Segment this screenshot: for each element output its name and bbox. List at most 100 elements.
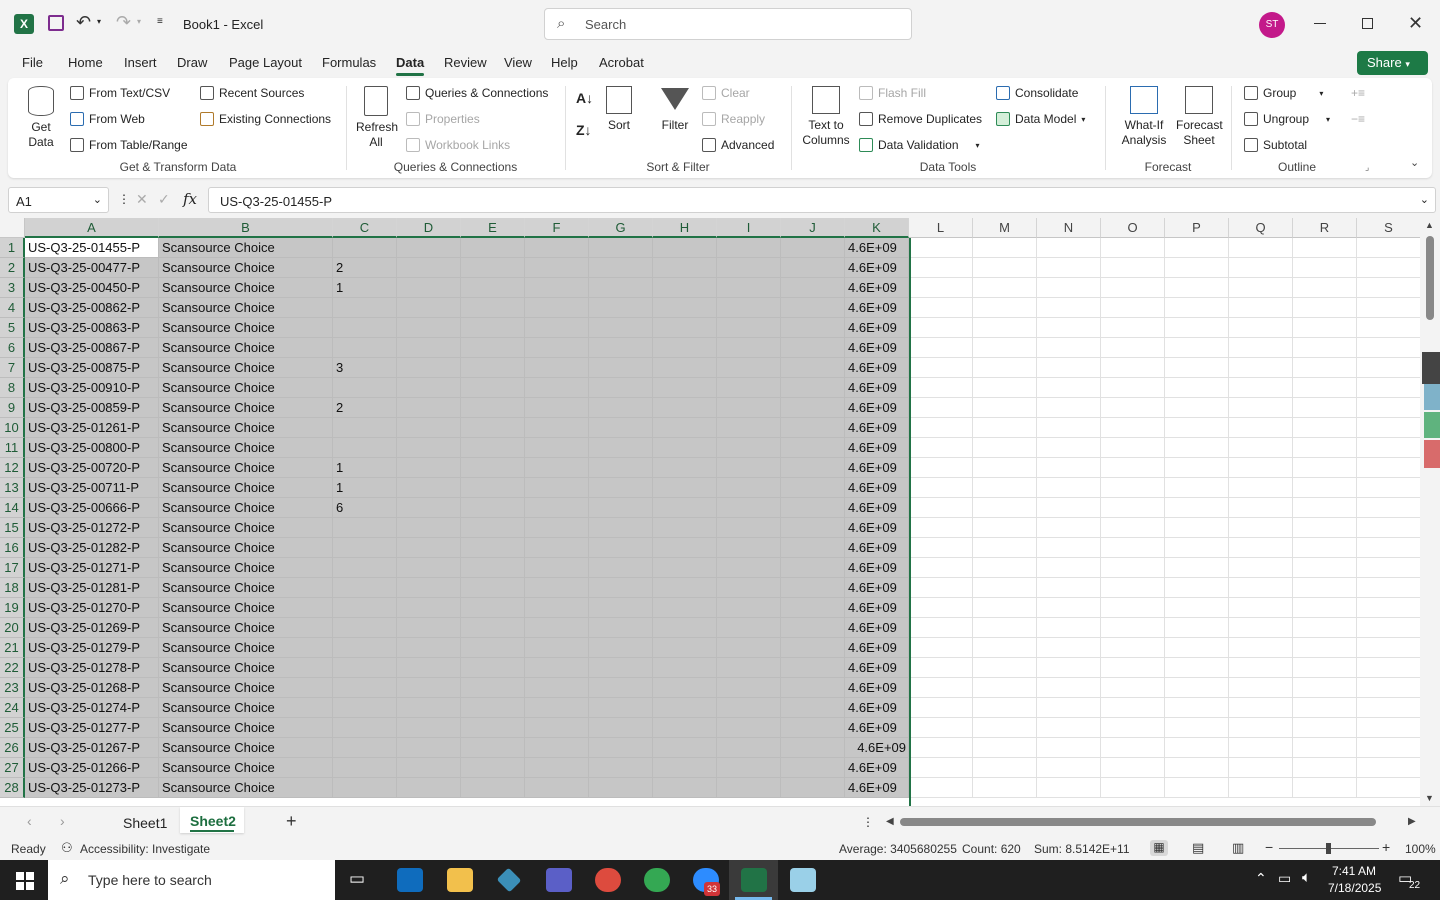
cell-r10[interactable] [1293, 418, 1357, 438]
cell-c13[interactable]: 1 [333, 478, 397, 498]
row-header[interactable]: 11 [0, 438, 25, 458]
cell-r6[interactable] [1293, 338, 1357, 358]
cell-q13[interactable] [1229, 478, 1293, 498]
cell-s18[interactable] [1357, 578, 1420, 598]
cell-b8[interactable]: Scansource Choice [159, 378, 333, 398]
cell-i11[interactable] [717, 438, 781, 458]
cell-c19[interactable] [333, 598, 397, 618]
cell-q27[interactable] [1229, 758, 1293, 778]
cell-p13[interactable] [1165, 478, 1229, 498]
cell-s2[interactable] [1357, 258, 1420, 278]
cell-g11[interactable] [589, 438, 653, 458]
cell-o11[interactable] [1101, 438, 1165, 458]
cell-r13[interactable] [1293, 478, 1357, 498]
column-header-q[interactable]: Q [1229, 218, 1293, 238]
cell-o1[interactable] [1101, 238, 1165, 258]
cell-k10[interactable]: 4.6E+09 [845, 418, 909, 438]
row-header[interactable]: 8 [0, 378, 25, 398]
taskbar-search-box[interactable]: ⌕ Type here to search [48, 860, 335, 900]
cell-c7[interactable]: 3 [333, 358, 397, 378]
cell-s21[interactable] [1357, 638, 1420, 658]
cell-q7[interactable] [1229, 358, 1293, 378]
chrome-profile-icon[interactable] [644, 868, 670, 892]
cell-q8[interactable] [1229, 378, 1293, 398]
cell-h27[interactable] [653, 758, 717, 778]
cell-n18[interactable] [1037, 578, 1101, 598]
cell-m23[interactable] [973, 678, 1037, 698]
hide-detail-icon[interactable]: −≡ [1351, 112, 1365, 126]
cell-j25[interactable] [781, 718, 845, 738]
cell-g15[interactable] [589, 518, 653, 538]
cell-n2[interactable] [1037, 258, 1101, 278]
row-header[interactable]: 13 [0, 478, 25, 498]
cell-j28[interactable] [781, 778, 845, 798]
cell-c22[interactable] [333, 658, 397, 678]
cell-p18[interactable] [1165, 578, 1229, 598]
cell-k4[interactable]: 4.6E+09 [845, 298, 909, 318]
cell-c1[interactable] [333, 238, 397, 258]
cell-k23[interactable]: 4.6E+09 [845, 678, 909, 698]
cell-a9[interactable]: US-Q3-25-00859-P [25, 398, 159, 418]
cell-g8[interactable] [589, 378, 653, 398]
cell-n24[interactable] [1037, 698, 1101, 718]
cell-b22[interactable]: Scansource Choice [159, 658, 333, 678]
cell-h24[interactable] [653, 698, 717, 718]
cell-n15[interactable] [1037, 518, 1101, 538]
column-header-m[interactable]: M [973, 218, 1037, 238]
cell-o17[interactable] [1101, 558, 1165, 578]
tab-acrobat[interactable]: Acrobat [599, 55, 644, 70]
cell-l10[interactable] [909, 418, 973, 438]
cell-r21[interactable] [1293, 638, 1357, 658]
cell-b1[interactable]: Scansource Choice [159, 238, 333, 258]
cell-l15[interactable] [909, 518, 973, 538]
cell-l22[interactable] [909, 658, 973, 678]
tab-review[interactable]: Review [444, 55, 487, 70]
restore-icon[interactable] [1362, 18, 1373, 29]
cell-a17[interactable]: US-Q3-25-01271-P [25, 558, 159, 578]
cell-l3[interactable] [909, 278, 973, 298]
cell-q26[interactable] [1229, 738, 1293, 758]
redo-dropdown-icon[interactable]: ▾ [137, 17, 141, 26]
column-header-l[interactable]: L [909, 218, 973, 238]
cell-c10[interactable] [333, 418, 397, 438]
zoom-in-icon[interactable]: + [1382, 839, 1390, 855]
worksheet-grid[interactable]: ABCDEFGHIJKLMNOPQRS 1 US-Q3-25-01455-P Sca… [0, 218, 1420, 806]
cell-i26[interactable] [717, 738, 781, 758]
column-header-j[interactable]: J [781, 218, 845, 238]
row-header[interactable]: 3 [0, 278, 25, 298]
cell-d27[interactable] [397, 758, 461, 778]
cell-c11[interactable] [333, 438, 397, 458]
scroll-up-icon[interactable]: ▲ [1425, 220, 1434, 230]
cell-n21[interactable] [1037, 638, 1101, 658]
cell-s6[interactable] [1357, 338, 1420, 358]
cell-q16[interactable] [1229, 538, 1293, 558]
cell-k13[interactable]: 4.6E+09 [845, 478, 909, 498]
row-header[interactable]: 18 [0, 578, 25, 598]
cell-o12[interactable] [1101, 458, 1165, 478]
cell-s4[interactable] [1357, 298, 1420, 318]
cell-s28[interactable] [1357, 778, 1420, 798]
cell-d9[interactable] [397, 398, 461, 418]
cell-l13[interactable] [909, 478, 973, 498]
cell-s1[interactable] [1357, 238, 1420, 258]
remove-duplicates-button[interactable]: Remove Duplicates [859, 112, 982, 126]
cell-g16[interactable] [589, 538, 653, 558]
page-layout-view-icon[interactable]: ▤ [1192, 840, 1204, 856]
select-all-corner[interactable] [0, 218, 25, 238]
cell-f18[interactable] [525, 578, 589, 598]
row-header[interactable]: 17 [0, 558, 25, 578]
cell-e21[interactable] [461, 638, 525, 658]
row-header[interactable]: 6 [0, 338, 25, 358]
row-header[interactable]: 4 [0, 298, 25, 318]
cell-g25[interactable] [589, 718, 653, 738]
cell-b24[interactable]: Scansource Choice [159, 698, 333, 718]
redo-icon[interactable]: ↷ [116, 12, 131, 33]
cell-o6[interactable] [1101, 338, 1165, 358]
sheet-tab-sheet1[interactable]: Sheet1 [123, 815, 167, 831]
column-header-h[interactable]: H [653, 218, 717, 238]
cell-g28[interactable] [589, 778, 653, 798]
cell-c21[interactable] [333, 638, 397, 658]
cell-r27[interactable] [1293, 758, 1357, 778]
cell-p14[interactable] [1165, 498, 1229, 518]
cancel-entry-icon[interactable]: ✕ [136, 191, 148, 208]
